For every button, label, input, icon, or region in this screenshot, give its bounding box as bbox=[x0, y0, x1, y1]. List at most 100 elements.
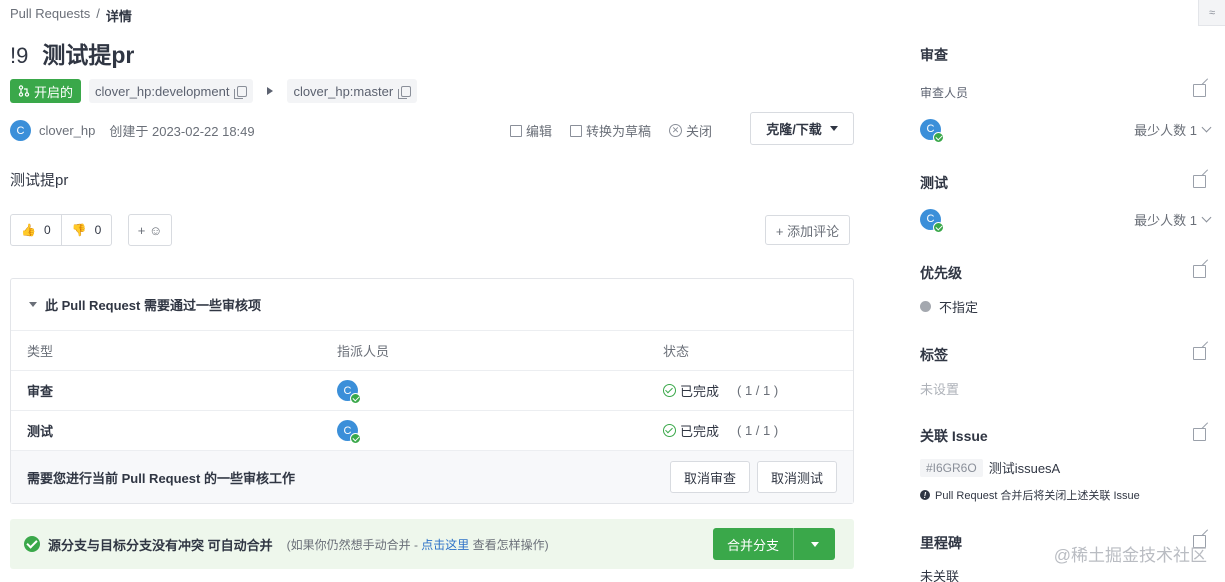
merge-bar: 源分支与目标分支没有冲突 可自动合并 (如果你仍然想手动合并 - 点击这里 查看… bbox=[10, 519, 854, 569]
row-fraction: ( 1 / 1 ) bbox=[737, 423, 779, 438]
check-icon bbox=[933, 131, 944, 143]
breadcrumb-separator: / bbox=[96, 6, 100, 21]
check-icon bbox=[933, 221, 944, 233]
watermark: @稀土掘金技术社区 bbox=[1053, 546, 1207, 565]
manual-merge-link[interactable]: 点击这里 bbox=[421, 538, 469, 552]
clone-download-button[interactable]: 克隆/下载 bbox=[750, 112, 854, 145]
merge-button-group: 合并分支 bbox=[712, 528, 835, 560]
author-row: C clover_hp 创建于 2023-02-22 18:49 bbox=[10, 120, 255, 141]
labels-value: 未设置 bbox=[920, 382, 960, 397]
convert-draft-button[interactable]: 转换为草稿 bbox=[570, 121, 651, 140]
add-comment-button[interactable]: + 添加评论 bbox=[765, 215, 850, 245]
breadcrumb-pull-requests-link[interactable]: Pull Requests bbox=[10, 6, 90, 25]
pr-actions: 编辑 转换为草稿 ✕ 关闭 bbox=[510, 121, 712, 140]
edit-icon[interactable] bbox=[1193, 347, 1206, 360]
author-name[interactable]: clover_hp bbox=[39, 123, 95, 138]
review-footer: 需要您进行当前 Pull Request 的一些审核工作 取消审查 取消测试 bbox=[11, 451, 853, 503]
pr-number: !9 bbox=[10, 43, 29, 68]
pull-request-icon bbox=[18, 85, 30, 97]
edit-icon[interactable] bbox=[1193, 175, 1206, 188]
source-branch[interactable]: clover_hp:development bbox=[89, 79, 254, 103]
close-icon: ✕ bbox=[669, 124, 683, 137]
row-status: 已完成 bbox=[680, 384, 720, 399]
check-circle-icon bbox=[663, 384, 676, 397]
milestone-value: 未关联 bbox=[920, 569, 960, 582]
tester-row: C 最少人数 1 bbox=[920, 208, 1212, 233]
review-table: 类型 指派人员 状态 审查 C 已完成 ( 1 / 1 ) 测试 C 已完成 ( 1… bbox=[11, 331, 853, 451]
pr-description: 测试提pr bbox=[10, 172, 69, 189]
row-fraction: ( 1 / 1 ) bbox=[737, 383, 779, 398]
issue-note: ! Pull Request 合并后将关闭上述关联 Issue bbox=[920, 487, 1210, 503]
merge-button[interactable]: 合并分支 bbox=[712, 528, 793, 560]
sidebar-labels-title: 标签 bbox=[920, 347, 948, 363]
collapse-icon bbox=[29, 302, 37, 307]
status-badge: 开启的 bbox=[10, 79, 82, 103]
priority-dot-icon bbox=[920, 300, 931, 312]
thumbs-down-button[interactable]: 👎 0 bbox=[60, 215, 112, 245]
sidebar-test-title: 测试 bbox=[920, 175, 948, 191]
reactions: 👍 0 👎 0 bbox=[10, 214, 113, 246]
branch-row: 开启的 clover_hp:development clover_hp:mast… bbox=[10, 79, 418, 103]
sidebar-issue-title: 关联 Issue bbox=[920, 428, 988, 444]
thumbs-up-icon: 👍 bbox=[21, 223, 36, 237]
column-header-type: 类型 bbox=[27, 344, 54, 359]
issue-id: #I6GR6O bbox=[920, 458, 983, 477]
linked-issue[interactable]: #I6GR6O 测试issuesA bbox=[920, 458, 1210, 477]
sidebar-review-section: 审查 bbox=[920, 45, 1210, 65]
check-icon bbox=[350, 433, 361, 444]
breadcrumb-current: 详情 bbox=[105, 9, 132, 24]
merge-options-button[interactable] bbox=[793, 528, 835, 560]
chevron-down-icon bbox=[1201, 212, 1212, 222]
target-branch[interactable]: clover_hp:master bbox=[287, 79, 418, 103]
table-row: 审查 C 已完成 ( 1 / 1 ) bbox=[11, 371, 853, 411]
reviewer-min-select[interactable]: 最少人数 1 bbox=[1134, 120, 1212, 139]
pr-title: 测试提pr bbox=[42, 42, 135, 68]
cancel-test-button[interactable]: 取消测试 bbox=[756, 461, 837, 493]
corner-widget[interactable]: ≈ bbox=[1198, 0, 1225, 26]
thumbs-up-button[interactable]: 👍 0 bbox=[11, 215, 61, 245]
issue-name: 测试issuesA bbox=[988, 461, 1061, 476]
arrow-right-icon bbox=[267, 87, 274, 95]
breadcrumb: Pull Requests / 详情 bbox=[10, 6, 132, 25]
row-type: 测试 bbox=[27, 424, 54, 439]
edit-icon[interactable] bbox=[1193, 84, 1206, 97]
draft-icon bbox=[570, 124, 583, 137]
sidebar-priority-title: 优先级 bbox=[920, 265, 962, 281]
avatar[interactable]: C bbox=[10, 120, 31, 141]
tester-min-select[interactable]: 最少人数 1 bbox=[1134, 210, 1212, 229]
priority-value: 不指定 bbox=[920, 297, 1210, 315]
reviewers-label: 审查人员 bbox=[920, 86, 969, 100]
chevron-down-icon bbox=[810, 541, 819, 547]
column-header-status: 状态 bbox=[663, 344, 690, 359]
check-icon bbox=[350, 393, 361, 404]
row-status: 已完成 bbox=[680, 424, 720, 439]
copy-icon[interactable] bbox=[398, 85, 412, 99]
check-circle-icon bbox=[24, 536, 40, 552]
add-reaction-button[interactable]: + ☺ bbox=[128, 214, 172, 246]
review-panel: 此 Pull Request 需要通过一些审核项 类型 指派人员 状态 审查 C… bbox=[10, 278, 854, 504]
sidebar-milestone-title: 里程碑 bbox=[920, 535, 962, 551]
row-type: 审查 bbox=[27, 384, 54, 399]
table-header: 类型 指派人员 状态 bbox=[11, 331, 853, 371]
thumbs-down-icon: 👎 bbox=[71, 223, 87, 237]
copy-icon[interactable] bbox=[234, 85, 248, 99]
close-button[interactable]: ✕ 关闭 bbox=[669, 121, 712, 140]
avatar[interactable]: C bbox=[337, 380, 361, 404]
sidebar-review-title: 审查 bbox=[920, 47, 948, 63]
chevron-down-icon bbox=[829, 126, 838, 131]
avatar[interactable]: C bbox=[920, 118, 944, 143]
column-header-assignee: 指派人员 bbox=[337, 344, 390, 359]
info-icon: ! bbox=[920, 490, 930, 500]
edit-icon[interactable] bbox=[1193, 428, 1206, 441]
check-circle-icon bbox=[663, 424, 676, 437]
review-panel-header[interactable]: 此 Pull Request 需要通过一些审核项 bbox=[11, 279, 853, 331]
page-title: !9 测试提pr bbox=[10, 36, 134, 70]
avatar[interactable]: C bbox=[337, 420, 361, 444]
edit-button[interactable]: 编辑 bbox=[510, 121, 552, 140]
cancel-review-button[interactable]: 取消审查 bbox=[669, 461, 750, 493]
chevron-down-icon bbox=[1201, 122, 1212, 132]
edit-icon[interactable] bbox=[1193, 265, 1206, 278]
table-row: 测试 C 已完成 ( 1 / 1 ) bbox=[11, 411, 853, 451]
reviewer-row: C 最少人数 1 bbox=[920, 118, 1212, 143]
avatar[interactable]: C bbox=[920, 208, 944, 233]
